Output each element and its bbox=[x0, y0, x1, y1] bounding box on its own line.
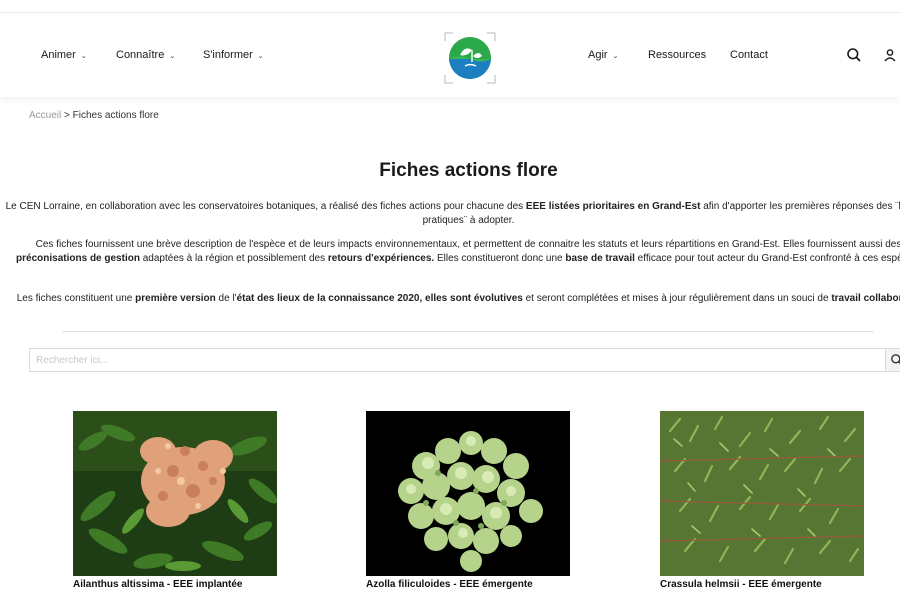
nav-ressources-label: Ressources bbox=[648, 49, 707, 61]
species-photo-ailanthus bbox=[73, 411, 277, 576]
account-button[interactable] bbox=[882, 47, 898, 63]
site-logo[interactable] bbox=[441, 29, 499, 87]
p3-bold-1: première version bbox=[135, 293, 216, 304]
breadcrumb-separator: > bbox=[61, 110, 73, 121]
p2-bold-2: retours d'expériences. bbox=[327, 253, 435, 264]
intro-paragraph-3: Les fiches constituent une première vers… bbox=[0, 292, 900, 306]
p2-text-e: efficace pour tout acteur du Grand-Est c… bbox=[634, 253, 900, 264]
species-photo-azolla bbox=[366, 411, 570, 576]
species-caption: Crassula helmsii - EEE émergente bbox=[660, 579, 822, 589]
nav-ressources[interactable]: Ressources bbox=[648, 49, 706, 61]
search-icon bbox=[891, 354, 900, 365]
p2-text-d: Elles constitueront donc une bbox=[434, 253, 566, 264]
p2-text-a: Ces fiches fournissent une brève descrip… bbox=[35, 239, 900, 250]
intro-paragraph-1: Le CEN Lorraine, en collaboration avec l… bbox=[0, 200, 900, 228]
p3-text-d: et seront complétées et mises à jour rég… bbox=[522, 293, 832, 304]
p1-bold-1: EEE listées prioritaires en Grand-Est bbox=[525, 201, 701, 212]
nav-contact[interactable]: Contact bbox=[730, 49, 768, 61]
p3-text-a: Les fiches constituent une bbox=[16, 293, 136, 304]
chevron-down-icon: ⌄ bbox=[257, 53, 264, 60]
nav-agir[interactable]: Agir ⌄ bbox=[588, 49, 618, 61]
nav-contact-label: Contact bbox=[730, 49, 768, 61]
chevron-down-icon: ⌄ bbox=[612, 53, 619, 60]
p1-text-a: Le CEN Lorraine, en collaboration avec l… bbox=[5, 201, 526, 212]
p2-text-c: adaptées à la région et possiblement des bbox=[139, 253, 328, 264]
p2-bold-3: base de travail bbox=[565, 253, 635, 264]
p2-bold-1: préconisations de gestion bbox=[16, 253, 140, 264]
nav-animer-label: Animer bbox=[41, 49, 76, 61]
search-icon bbox=[847, 48, 861, 62]
p3-text-c: de l' bbox=[215, 293, 237, 304]
site-header: Animer ⌄ Connaître ⌄ S'informer ⌄ Agir ⌄… bbox=[0, 13, 900, 97]
header-search-button[interactable] bbox=[846, 47, 862, 63]
breadcrumb: Accueil > Fiches actions flore bbox=[29, 110, 159, 121]
species-caption: Ailanthus altissima - EEE implantée bbox=[73, 579, 243, 589]
nav-sinformer[interactable]: S'informer ⌄ bbox=[203, 49, 264, 61]
search-input[interactable] bbox=[29, 348, 886, 372]
nav-connaitre-label: Connaître bbox=[116, 49, 165, 61]
species-card[interactable]: Crassula helmsii - EEE émergente bbox=[660, 411, 864, 589]
nav-agir-label: Agir bbox=[588, 49, 608, 61]
species-photo-crassula bbox=[660, 411, 864, 576]
chevron-down-icon: ⌄ bbox=[80, 53, 87, 60]
user-icon bbox=[884, 49, 896, 62]
nav-connaitre[interactable]: Connaître ⌄ bbox=[116, 49, 175, 61]
nav-animer[interactable]: Animer ⌄ bbox=[41, 49, 87, 61]
nav-sinformer-label: S'informer bbox=[203, 49, 253, 61]
species-caption: Azolla filiculoides - EEE émergente bbox=[366, 579, 533, 589]
logo-mark-icon bbox=[444, 32, 496, 84]
species-card[interactable]: Ailanthus altissima - EEE implantée bbox=[73, 411, 277, 589]
p3-bold-3: travail collaboratif bbox=[831, 293, 900, 304]
p3-bold-2: état des lieux de la connaissance 2020, … bbox=[236, 293, 523, 304]
search-submit-button[interactable] bbox=[885, 348, 900, 372]
section-divider bbox=[62, 331, 874, 332]
page-title: Fiches actions flore bbox=[379, 160, 558, 181]
breadcrumb-current: Fiches actions flore bbox=[72, 110, 159, 121]
chevron-down-icon: ⌄ bbox=[169, 53, 176, 60]
intro-paragraph-2: Ces fiches fournissent une brève descrip… bbox=[0, 238, 900, 266]
species-card[interactable]: Azolla filiculoides - EEE émergente bbox=[366, 411, 570, 589]
breadcrumb-home-link[interactable]: Accueil bbox=[29, 110, 61, 121]
